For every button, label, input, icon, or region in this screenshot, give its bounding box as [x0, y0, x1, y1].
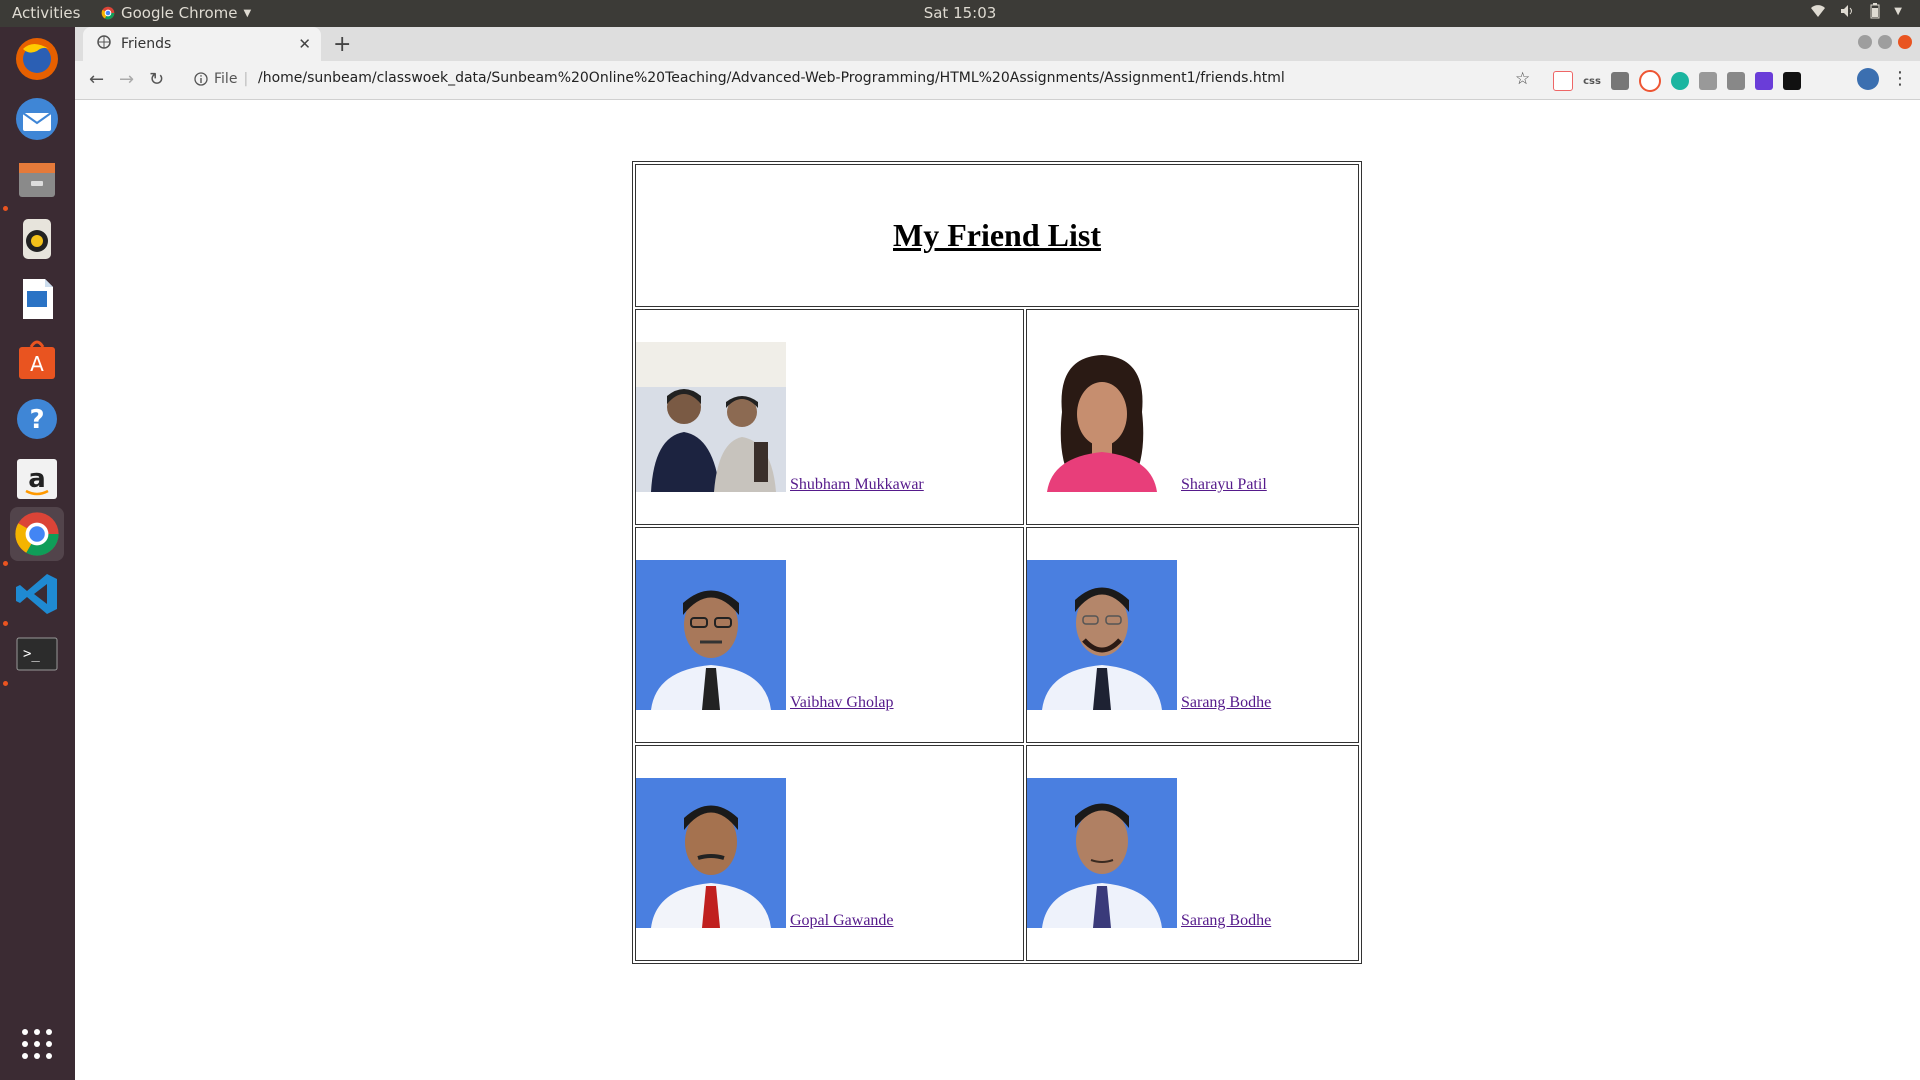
bookmark-star-icon[interactable]: ☆: [1515, 69, 1530, 89]
friend-link[interactable]: Sarang Bodhe: [1181, 694, 1271, 712]
extension-css-icon[interactable]: css: [1583, 72, 1601, 90]
extension-dark-icon[interactable]: [1783, 72, 1801, 90]
battery-icon: [1870, 3, 1880, 19]
close-window-button[interactable]: [1898, 35, 1912, 49]
new-tab-button[interactable]: +: [333, 32, 351, 57]
help-icon[interactable]: ?: [10, 392, 64, 446]
friend-photo: [1027, 342, 1177, 492]
files-icon[interactable]: [10, 152, 64, 206]
info-icon: [194, 72, 208, 86]
extension-m-icon[interactable]: [1671, 72, 1689, 90]
page-viewport: My Friend List Shubham Mukkawar Sharayu …: [75, 100, 1920, 1080]
svg-text:?: ?: [29, 405, 44, 435]
extension-target-icon[interactable]: [1639, 70, 1661, 92]
activities-button[interactable]: Activities: [12, 4, 80, 22]
clock[interactable]: Sat 15:03: [924, 4, 997, 22]
volume-icon: [1841, 5, 1853, 17]
friend-photo: [1027, 778, 1177, 928]
svg-text:>_: >_: [23, 646, 40, 662]
address-bar[interactable]: /home/sunbeam/classwoek_data/Sunbeam%20O…: [258, 70, 1285, 86]
rhythmbox-icon[interactable]: [10, 212, 64, 266]
friend-link[interactable]: Gopal Gawande: [790, 912, 894, 930]
back-button[interactable]: ←: [89, 69, 104, 90]
friend-link[interactable]: Sarang Bodhe: [1181, 912, 1271, 930]
friend-link[interactable]: Shubham Mukkawar: [790, 476, 924, 494]
system-tray[interactable]: ▼: [1810, 3, 1902, 19]
friend-photo: [636, 560, 786, 710]
menu-icon[interactable]: ⋮: [1891, 68, 1909, 89]
tab-strip: Friends ✕ +: [75, 27, 1920, 61]
extension-grid-icon[interactable]: [1727, 72, 1745, 90]
software-center-icon[interactable]: A: [10, 332, 64, 386]
close-icon[interactable]: ✕: [298, 35, 311, 53]
running-indicator: [3, 561, 8, 566]
friends-table: My Friend List Shubham Mukkawar Sharayu …: [632, 161, 1362, 964]
running-indicator: [3, 681, 8, 686]
chrome-small-icon: [101, 6, 115, 20]
dock: A ? a >_: [0, 27, 75, 1080]
friend-cell: Sarang Bodhe: [1026, 745, 1359, 961]
tab-title: Friends: [121, 36, 172, 52]
writer-icon[interactable]: [10, 272, 64, 326]
amazon-icon[interactable]: a: [10, 452, 64, 506]
svg-text:a: a: [28, 464, 46, 494]
extension-camera-icon[interactable]: [1611, 72, 1629, 90]
friend-cell: Shubham Mukkawar: [635, 309, 1024, 525]
app-menu-label: Google Chrome: [121, 4, 238, 22]
chevron-down-icon: ▼: [1894, 5, 1902, 17]
extensions-area: css: [1553, 70, 1801, 92]
running-indicator: [3, 206, 8, 211]
friend-cell: Gopal Gawande: [635, 745, 1024, 961]
friend-link[interactable]: Sharayu Patil: [1181, 476, 1267, 494]
reload-button[interactable]: ↻: [149, 69, 164, 90]
forward-button[interactable]: →: [119, 69, 134, 90]
friend-cell: Sharayu Patil: [1026, 309, 1359, 525]
running-indicator: [3, 621, 8, 626]
extension-people-icon[interactable]: [1755, 72, 1773, 90]
site-info[interactable]: File |: [194, 71, 248, 87]
extension-calendar-icon[interactable]: [1553, 71, 1573, 91]
app-grid-icon[interactable]: [10, 1017, 64, 1071]
friend-link[interactable]: Vaibhav Gholap: [790, 694, 894, 712]
minimize-button[interactable]: [1858, 35, 1872, 49]
page-title: My Friend List: [893, 217, 1101, 253]
terminal-icon[interactable]: >_: [10, 627, 64, 681]
globe-icon: [97, 35, 111, 53]
profile-avatar[interactable]: [1857, 68, 1879, 90]
scheme-label: File: [214, 71, 238, 87]
wifi-icon: [1811, 5, 1826, 17]
window-controls: [1858, 35, 1912, 49]
heading-cell: My Friend List: [635, 164, 1359, 307]
thunderbird-icon[interactable]: [10, 92, 64, 146]
app-menu[interactable]: Google Chrome ▼: [101, 4, 251, 22]
friend-photo: [636, 342, 786, 492]
maximize-button[interactable]: [1878, 35, 1892, 49]
tab-friends[interactable]: Friends ✕: [83, 27, 321, 61]
firefox-icon[interactable]: [10, 32, 64, 86]
friend-photo: [1027, 560, 1177, 710]
extension-cart-icon[interactable]: [1699, 72, 1717, 90]
vscode-icon[interactable]: [10, 567, 64, 621]
friend-photo: [636, 778, 786, 928]
chrome-icon[interactable]: [10, 507, 64, 561]
browser-toolbar: ← → ↻ File | /home/sunbeam/classwoek_dat…: [75, 61, 1920, 100]
friend-cell: Vaibhav Gholap: [635, 527, 1024, 743]
chevron-down-icon: ▼: [243, 7, 252, 19]
system-top-bar: Activities Google Chrome ▼ Sat 15:03 ▼: [0, 0, 1920, 27]
friend-cell: Sarang Bodhe: [1026, 527, 1359, 743]
svg-text:A: A: [30, 352, 44, 376]
